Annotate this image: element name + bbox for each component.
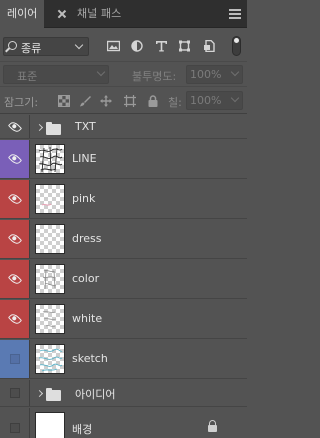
visibility-toggle[interactable] (0, 300, 30, 338)
layer-thumbnail (35, 264, 65, 294)
layer-group-idea[interactable]: 아이디어 (0, 380, 247, 407)
filter-kind-label: 종류 (21, 42, 42, 55)
visibility-toggle[interactable] (0, 380, 30, 406)
layer-thumbnail (35, 304, 65, 334)
visibility-toggle[interactable] (0, 140, 30, 178)
panel-tab-bar: 레이어 채널 패스 (0, 0, 247, 29)
opacity-field[interactable]: 100% (186, 65, 243, 84)
layer-sketch[interactable]: sketch (0, 340, 247, 379)
panel-menu-icon[interactable] (228, 7, 242, 21)
chevron-right-icon[interactable] (35, 123, 44, 132)
layer-name: color (72, 272, 100, 285)
blend-mode-dropdown[interactable]: 표준 (3, 65, 109, 84)
opacity-value: 100% (190, 68, 222, 81)
visibility-toggle[interactable] (0, 260, 30, 298)
fill-label: 칠: (168, 96, 182, 109)
filter-toggle-icon[interactable] (232, 36, 241, 56)
layer-thumbnail (35, 344, 65, 374)
visibility-toggle[interactable] (0, 220, 30, 258)
visibility-toggle[interactable] (0, 340, 30, 378)
eye-icon (7, 311, 23, 327)
lock-pixels-icon[interactable] (79, 95, 91, 107)
layer-white[interactable]: white (0, 300, 247, 339)
hidden-visibility-box (10, 354, 20, 364)
lock-icon (208, 419, 217, 432)
layer-thumbnail (35, 224, 65, 254)
layer-thumbnail (35, 412, 65, 438)
lock-all-icon[interactable] (147, 95, 159, 107)
image-filter-icon[interactable] (106, 40, 121, 52)
smart-object-filter-icon[interactable] (203, 39, 216, 53)
blend-row: 표준 불투명도: 100% (0, 63, 247, 87)
shape-filter-icon[interactable] (178, 40, 191, 52)
filter-kind-dropdown[interactable]: 종류 (3, 37, 89, 56)
layer-filter-row: 종류 (0, 30, 247, 62)
visibility-toggle[interactable] (0, 180, 30, 218)
layer-pink[interactable]: pink (0, 180, 247, 219)
hidden-visibility-box (10, 388, 20, 398)
search-icon (8, 41, 17, 50)
lock-label: 잠그기: (4, 96, 39, 109)
fill-field[interactable]: 100% (186, 91, 243, 110)
layer-name: dress (72, 232, 102, 245)
lock-position-icon[interactable] (100, 95, 112, 107)
eye-icon (7, 151, 23, 167)
chevron-down-icon (96, 67, 106, 77)
blend-mode-value: 표준 (17, 70, 38, 83)
chevron-down-icon (74, 40, 84, 50)
layer-name: sketch (72, 352, 108, 365)
visibility-toggle[interactable] (0, 115, 30, 138)
tab-paths[interactable]: 패스 (94, 0, 128, 28)
hidden-visibility-box (10, 422, 20, 433)
eye-icon (7, 119, 23, 134)
folder-icon (46, 388, 61, 401)
lock-transparency-icon[interactable] (58, 95, 70, 107)
layer-name: 배경 (72, 422, 93, 436)
layer-thumbnail (35, 184, 65, 214)
layer-line[interactable]: LINE (0, 140, 247, 179)
layer-name: white (72, 312, 103, 325)
folder-icon (46, 122, 61, 135)
layer-name: 아이디어 (75, 388, 116, 401)
adjustment-filter-icon[interactable] (131, 40, 144, 52)
type-filter-icon[interactable] (155, 40, 168, 52)
layer-thumbnail (35, 144, 65, 174)
eye-icon (7, 271, 23, 287)
layer-name: pink (72, 192, 96, 205)
eye-icon (7, 191, 23, 207)
opacity-label: 불투명도: (132, 70, 177, 83)
eye-icon (7, 231, 23, 247)
lock-artboard-icon[interactable] (124, 95, 136, 107)
lock-row: 잠그기: 칠: 100% (0, 88, 247, 114)
fill-value: 100% (190, 94, 222, 107)
visibility-toggle[interactable] (0, 408, 30, 438)
layer-group-txt[interactable]: TXT (0, 115, 247, 139)
layer-name: TXT (75, 119, 96, 133)
layer-background[interactable]: 배경 (0, 408, 247, 438)
layer-name: LINE (72, 152, 97, 165)
layer-dress[interactable]: dress (0, 220, 247, 259)
layer-color[interactable]: color (0, 260, 247, 299)
chevron-down-icon (230, 93, 240, 103)
chevron-right-icon[interactable] (35, 389, 44, 398)
chevron-down-icon (230, 67, 240, 77)
close-icon[interactable] (57, 9, 67, 19)
tab-layers[interactable]: 레이어 (0, 0, 45, 29)
